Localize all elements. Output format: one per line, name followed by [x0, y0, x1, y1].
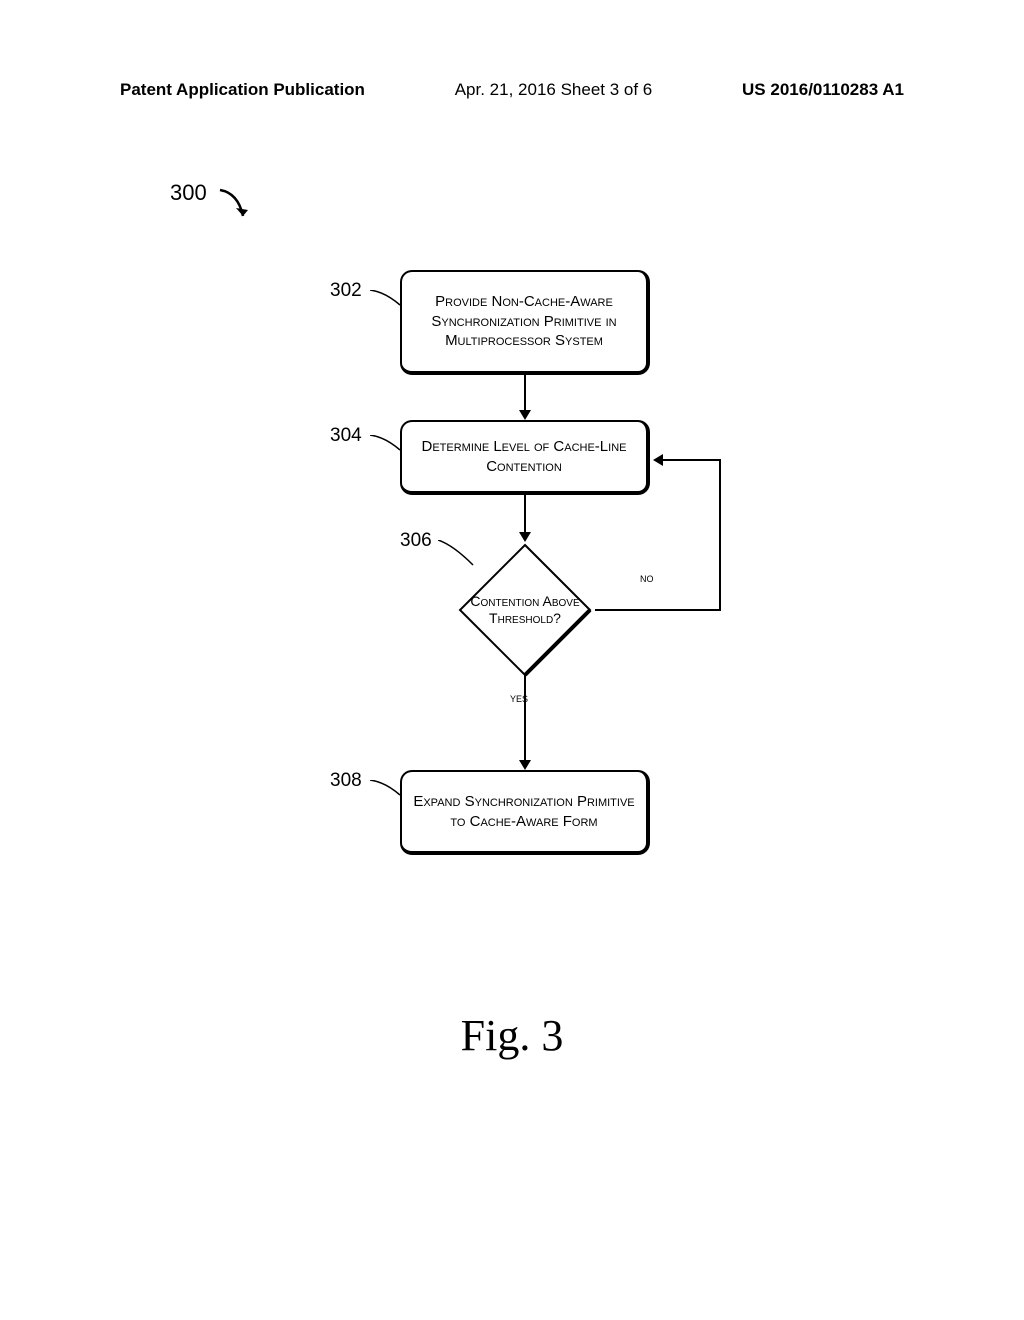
- box-308-text: Expand Synchronization Primitive to Cach…: [410, 792, 638, 831]
- arrow-no-loop-icon: [590, 450, 740, 620]
- box-308: Expand Synchronization Primitive to Cach…: [400, 770, 650, 855]
- header-right: US 2016/0110283 A1: [742, 80, 904, 100]
- box-302-text: Provide Non-Cache-Aware Synchronization …: [410, 292, 638, 351]
- header-center: Apr. 21, 2016 Sheet 3 of 6: [455, 80, 653, 100]
- ref-300: 300: [170, 180, 207, 206]
- label-302: 302: [330, 280, 362, 302]
- ref-300-arrow-icon: [218, 188, 258, 228]
- label-304: 304: [330, 425, 362, 447]
- decision-306: Contention Above Threshold?: [455, 540, 595, 680]
- box-302: Provide Non-Cache-Aware Synchronization …: [400, 270, 650, 375]
- label-308: 308: [330, 770, 362, 792]
- header-left: Patent Application Publication: [120, 80, 365, 100]
- decision-306-text: Contention Above Threshold?: [470, 593, 580, 627]
- arrow-302-304-icon: [515, 375, 535, 423]
- arrow-yes-308-icon: [515, 675, 535, 773]
- arrow-304-306-icon: [515, 495, 535, 545]
- figure-label: Fig. 3: [0, 1010, 1024, 1061]
- label-306: 306: [400, 530, 432, 552]
